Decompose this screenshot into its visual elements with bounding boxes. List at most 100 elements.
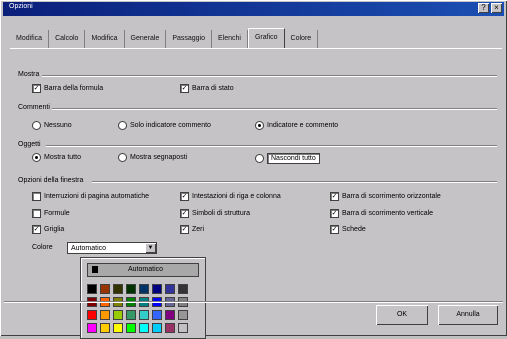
color-swatch[interactable] — [126, 323, 136, 333]
checkbox-label: Intestazioni di riga e colonna — [192, 193, 281, 200]
color-swatch[interactable] — [139, 284, 149, 294]
radio-label: Nessuno — [44, 122, 72, 129]
divider — [4, 301, 503, 303]
checkbox-label: Barra della formula — [44, 85, 104, 92]
color-swatch[interactable] — [113, 323, 123, 333]
color-combo-value: Automatico — [71, 245, 107, 252]
color-swatch[interactable] — [152, 310, 162, 320]
checkbox-label: Griglia — [44, 226, 65, 233]
radio-dot[interactable] — [255, 154, 264, 163]
checkbox-label: Barra di stato — [192, 85, 234, 92]
color-swatch[interactable] — [165, 284, 175, 294]
checkbox-intestazioni[interactable]: ✓ Intestazioni di riga e colonna — [180, 192, 281, 201]
checkbox-label: Zeri — [192, 226, 205, 233]
group-title-oggetti: Oggetti — [18, 141, 41, 148]
radio-label: Mostra tutto — [44, 154, 81, 161]
radio-label: Mostra segnaposti — [130, 154, 188, 161]
window-title: Opzioni — [9, 3, 33, 10]
color-swatch[interactable] — [87, 323, 97, 333]
checkbox-box[interactable]: ✓ — [330, 225, 339, 234]
ok-button[interactable]: OK — [376, 305, 428, 325]
color-swatch[interactable] — [113, 310, 123, 320]
color-swatch[interactable] — [100, 323, 110, 333]
tab-calcolo[interactable]: Calcolo — [49, 30, 86, 48]
help-button[interactable]: ? — [478, 3, 489, 13]
title-bar: Opzioni ? × — [3, 2, 504, 16]
checkbox-box[interactable]: ✓ — [180, 84, 189, 93]
color-swatch[interactable] — [100, 284, 110, 294]
checkbox-box[interactable]: ✓ — [180, 225, 189, 234]
color-swatch[interactable] — [113, 284, 123, 294]
radio-solo-indicatore[interactable]: Solo indicatore commento — [118, 121, 211, 130]
color-swatch[interactable] — [152, 323, 162, 333]
checkbox-box[interactable]: ✓ — [180, 209, 189, 218]
checkbox-interruzioni[interactable]: Interruzioni di pagina automatiche — [32, 192, 149, 201]
checkbox-label: Barra di scorrimento orizzontale — [342, 193, 441, 200]
automatic-swatch — [92, 266, 98, 273]
radio-mostra-tutto[interactable]: Mostra tutto — [32, 153, 81, 162]
chevron-down-icon[interactable]: ▼ — [145, 243, 156, 253]
radio-mostra-segnaposti[interactable]: Mostra segnaposti — [118, 153, 187, 162]
color-swatch[interactable] — [152, 284, 162, 294]
tab-colore[interactable]: Colore — [285, 30, 319, 48]
radio-dot[interactable] — [32, 121, 41, 130]
tab-grafico[interactable]: Grafico — [247, 28, 285, 49]
checkbox-box[interactable]: ✓ — [330, 192, 339, 201]
color-palette-dropdown: Automatico — [80, 257, 206, 339]
color-swatch[interactable] — [87, 284, 97, 294]
color-label: Colore — [32, 244, 53, 251]
color-swatch[interactable] — [126, 284, 136, 294]
checkbox-scroll-orizzontale[interactable]: ✓ Barra di scorrimento orizzontale — [330, 192, 441, 201]
checkbox-schede[interactable]: ✓ Schede — [330, 225, 366, 234]
radio-dot[interactable] — [32, 153, 41, 162]
color-swatch[interactable] — [178, 323, 188, 333]
color-combo[interactable]: Automatico ▼ — [67, 242, 157, 254]
divider — [92, 181, 497, 183]
radio-indicatore-commento[interactable]: Indicatore e commento — [255, 121, 338, 130]
checkbox-zeri[interactable]: ✓ Zeri — [180, 225, 204, 234]
color-swatch[interactable] — [126, 310, 136, 320]
checkbox-barra-stato[interactable]: ✓ Barra di stato — [180, 84, 234, 93]
checkbox-barra-formula[interactable]: ✓ Barra della formula — [32, 84, 103, 93]
radio-label: Nascondi tutto — [267, 153, 320, 164]
color-swatch[interactable] — [139, 323, 149, 333]
radio-label: Indicatore e commento — [267, 122, 339, 129]
tab-modifica-1[interactable]: Modifica — [10, 30, 50, 48]
checkbox-simboli[interactable]: ✓ Simboli di struttura — [180, 209, 250, 218]
checkbox-label: Interruzioni di pagina automatiche — [44, 193, 150, 200]
color-swatch[interactable] — [165, 323, 175, 333]
tab-generale[interactable]: Generale — [125, 30, 167, 48]
checkbox-box[interactable] — [32, 192, 41, 201]
checkbox-box[interactable]: ✓ — [32, 84, 41, 93]
cancel-button[interactable]: Annulla — [438, 305, 498, 325]
color-swatch[interactable] — [100, 310, 110, 320]
checkbox-formule[interactable]: Formule — [32, 209, 70, 218]
checkbox-scroll-verticale[interactable]: ✓ Barra di scorrimento verticale — [330, 209, 433, 218]
divider — [46, 145, 497, 147]
checkbox-box[interactable]: ✓ — [330, 209, 339, 218]
palette-automatic-option[interactable]: Automatico — [87, 263, 199, 277]
checkbox-griglia[interactable]: ✓ Griglia — [32, 225, 64, 234]
checkbox-box[interactable]: ✓ — [32, 225, 41, 234]
color-swatch[interactable] — [139, 310, 149, 320]
radio-label: Solo indicatore commento — [130, 122, 211, 129]
radio-dot[interactable] — [118, 153, 127, 162]
color-swatch[interactable] — [178, 310, 188, 320]
tab-modifica-2[interactable]: Modifica — [85, 30, 125, 48]
radio-nessuno[interactable]: Nessuno — [32, 121, 72, 130]
tab-elenchi[interactable]: Elenchi — [212, 30, 248, 48]
group-title-commenti: Commenti — [18, 104, 50, 111]
checkbox-label: Simboli di struttura — [192, 210, 250, 217]
color-swatch[interactable] — [165, 310, 175, 320]
checkbox-box[interactable]: ✓ — [180, 192, 189, 201]
radio-dot[interactable] — [118, 121, 127, 130]
group-title-opzioni-finestra: Opzioni della finestra — [18, 177, 84, 184]
radio-dot[interactable] — [255, 121, 264, 130]
tab-passaggio[interactable]: Passaggio — [166, 30, 213, 48]
color-swatch[interactable] — [178, 284, 188, 294]
close-button[interactable]: × — [491, 3, 502, 13]
color-swatch[interactable] — [87, 310, 97, 320]
radio-nascondi-tutto[interactable]: Nascondi tutto — [255, 153, 320, 164]
checkbox-box[interactable] — [32, 209, 41, 218]
group-title-mostra: Mostra — [18, 71, 40, 78]
